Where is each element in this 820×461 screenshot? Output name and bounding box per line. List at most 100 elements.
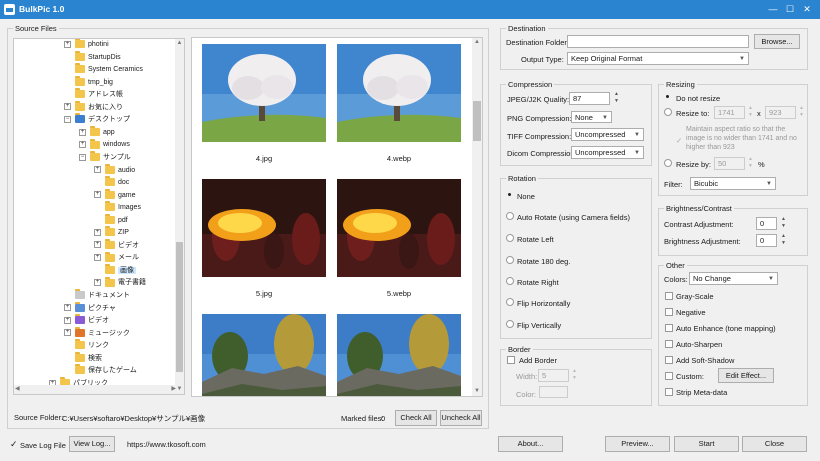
website-link[interactable]: https://www.tkosoft.com xyxy=(127,440,206,449)
tree-node[interactable]: リンク xyxy=(64,339,109,352)
close-window-button[interactable]: ✕ xyxy=(800,2,814,16)
check-all-button[interactable]: Check All xyxy=(395,410,437,426)
rotation-radio[interactable] xyxy=(506,320,514,328)
filter-select[interactable]: Bicubic ▼ xyxy=(690,177,776,190)
other-option-checkbox[interactable] xyxy=(665,356,673,364)
rotation-radio[interactable] xyxy=(506,277,514,285)
thumbnail-scrollbar[interactable]: ▲ ▼ xyxy=(472,38,482,396)
tree-node[interactable]: + 電子書籍 xyxy=(94,276,146,289)
jpeg-quality-spinner[interactable]: ▲ ▼ xyxy=(613,91,620,105)
expand-icon[interactable]: + xyxy=(64,329,71,337)
tree-node[interactable]: 画像 xyxy=(94,264,136,277)
border-width-spinner[interactable]: ▲ ▼ xyxy=(571,368,578,382)
expand-icon[interactable]: + xyxy=(94,228,101,236)
tree-scroll-thumb[interactable] xyxy=(176,242,183,372)
rotation-radio[interactable] xyxy=(506,212,514,220)
tree-node[interactable]: pdf xyxy=(94,213,128,227)
rotation-radio[interactable] xyxy=(506,256,514,264)
aspect-check-icon[interactable]: ✓ xyxy=(676,136,682,145)
expand-icon[interactable]: + xyxy=(94,254,101,261)
tree-node[interactable]: + メール xyxy=(94,251,139,264)
tree-node[interactable]: + audio xyxy=(94,163,135,177)
resize-width-spinner[interactable]: ▲ ▼ xyxy=(747,105,754,119)
add-border-checkbox[interactable] xyxy=(507,356,515,364)
tree-node[interactable]: System Ceramics xyxy=(64,63,143,76)
other-option-checkbox[interactable] xyxy=(665,388,673,396)
tree-node[interactable]: − デスクトップ xyxy=(64,113,130,126)
border-width-input[interactable]: 5 xyxy=(538,369,569,382)
minimize-button[interactable]: — xyxy=(766,2,780,16)
other-option-checkbox[interactable] xyxy=(665,324,673,332)
other-option-checkbox[interactable] xyxy=(665,308,673,316)
png-compression-select[interactable]: None ▼ xyxy=(571,111,612,123)
thumb-scroll-up-arrow[interactable]: ▲ xyxy=(472,38,482,47)
expand-icon[interactable]: + xyxy=(64,40,71,48)
resize-to-radio[interactable] xyxy=(664,108,672,116)
expand-icon[interactable]: + xyxy=(94,241,101,249)
expand-icon[interactable]: + xyxy=(64,304,71,312)
thumbnail-item[interactable]: 4.webp xyxy=(337,44,461,167)
tiff-compression-select[interactable]: Uncompressed ▼ xyxy=(571,128,644,141)
rotation-radio[interactable] xyxy=(506,234,514,242)
tree-node[interactable]: アドレス帳 xyxy=(64,88,123,101)
tree-node[interactable]: + ミュージック xyxy=(64,326,130,340)
expand-icon[interactable]: + xyxy=(64,316,71,324)
colors-select[interactable]: No Change ▼ xyxy=(689,272,778,285)
thumbnail-grid[interactable]: 4.jpg 4.webp 5.jpg 5.webp ▲ ▼ xyxy=(191,37,483,397)
contrast-spinner[interactable]: ▲ ▼ xyxy=(780,216,787,230)
resize-by-radio[interactable] xyxy=(664,159,672,167)
expand-icon[interactable]: + xyxy=(94,166,101,174)
about-button[interactable]: About... xyxy=(498,436,563,452)
contrast-input[interactable]: 0 xyxy=(756,217,777,230)
tree-scrollbar[interactable]: ▲ ▼ xyxy=(175,39,184,394)
other-option-checkbox[interactable] xyxy=(665,372,673,380)
tree-node[interactable]: + ピクチャ xyxy=(64,301,116,315)
other-option-checkbox[interactable] xyxy=(665,340,673,348)
thumb-scroll-down-arrow[interactable]: ▼ xyxy=(472,387,482,396)
tree-scroll-up-arrow[interactable]: ▲ xyxy=(175,39,184,48)
browse-button[interactable]: Browse... xyxy=(754,34,800,49)
resize-percent-input[interactable]: 50 xyxy=(714,157,745,170)
collapse-icon[interactable]: − xyxy=(79,153,86,161)
border-color-swatch[interactable] xyxy=(539,386,568,398)
expand-icon[interactable]: + xyxy=(64,103,71,111)
tree-node[interactable]: + ビデオ xyxy=(64,314,109,327)
thumbnail-item[interactable]: 4.jpg xyxy=(202,44,326,167)
start-button[interactable]: Start xyxy=(674,436,739,452)
tree-node[interactable]: ドキュメント xyxy=(64,289,130,302)
view-log-button[interactable]: View Log... xyxy=(69,436,115,452)
rotation-radio[interactable] xyxy=(506,298,514,306)
thumb-scroll-thumb[interactable] xyxy=(473,101,481,141)
thumbnail-item[interactable]: 5.jpg xyxy=(202,179,326,302)
folder-tree[interactable]: + photini StartupDis System Ceramics tmp_big… xyxy=(13,38,185,395)
brightness-spinner[interactable]: ▲ ▼ xyxy=(780,233,787,247)
preview-button[interactable]: Preview... xyxy=(605,436,670,452)
tree-node[interactable]: + ビデオ xyxy=(94,238,139,252)
tree-node[interactable]: Images xyxy=(94,201,141,214)
resize-height-input[interactable]: 923 xyxy=(765,106,796,119)
dicom-compression-select[interactable]: Uncompressed ▼ xyxy=(571,146,644,159)
close-button[interactable]: Close xyxy=(742,436,807,452)
expand-icon[interactable]: + xyxy=(94,279,101,287)
tree-node[interactable]: + ZIP xyxy=(94,226,129,239)
tree-node[interactable]: + windows xyxy=(79,138,130,151)
jpeg-quality-input[interactable]: 87 xyxy=(569,92,610,105)
tree-node[interactable]: + お気に入り xyxy=(64,100,123,114)
tree-node[interactable]: StartupDis xyxy=(64,50,121,64)
rotation-radio[interactable] xyxy=(506,191,514,199)
tree-node[interactable]: doc xyxy=(94,176,129,189)
resize-height-spinner[interactable]: ▲ ▼ xyxy=(798,105,805,119)
resize-percent-spinner[interactable]: ▲ ▼ xyxy=(747,156,754,170)
output-type-select[interactable]: Keep Original Format ▼ xyxy=(567,52,749,65)
tree-node[interactable]: 保存したゲーム xyxy=(64,364,137,377)
tree-horizontal-scrollbar[interactable]: ◀ ▶ xyxy=(14,385,177,394)
expand-icon[interactable]: + xyxy=(94,191,101,199)
tree-node[interactable]: + game xyxy=(94,188,136,202)
brightness-input[interactable]: 0 xyxy=(756,234,777,247)
tree-node[interactable]: tmp_big xyxy=(64,75,113,89)
tree-node[interactable]: 検索 xyxy=(64,351,102,365)
thumbnail-item[interactable] xyxy=(202,314,326,396)
uncheck-all-button[interactable]: Uncheck All xyxy=(440,410,482,426)
other-option-checkbox[interactable] xyxy=(665,292,673,300)
maximize-button[interactable]: ☐ xyxy=(783,2,797,16)
